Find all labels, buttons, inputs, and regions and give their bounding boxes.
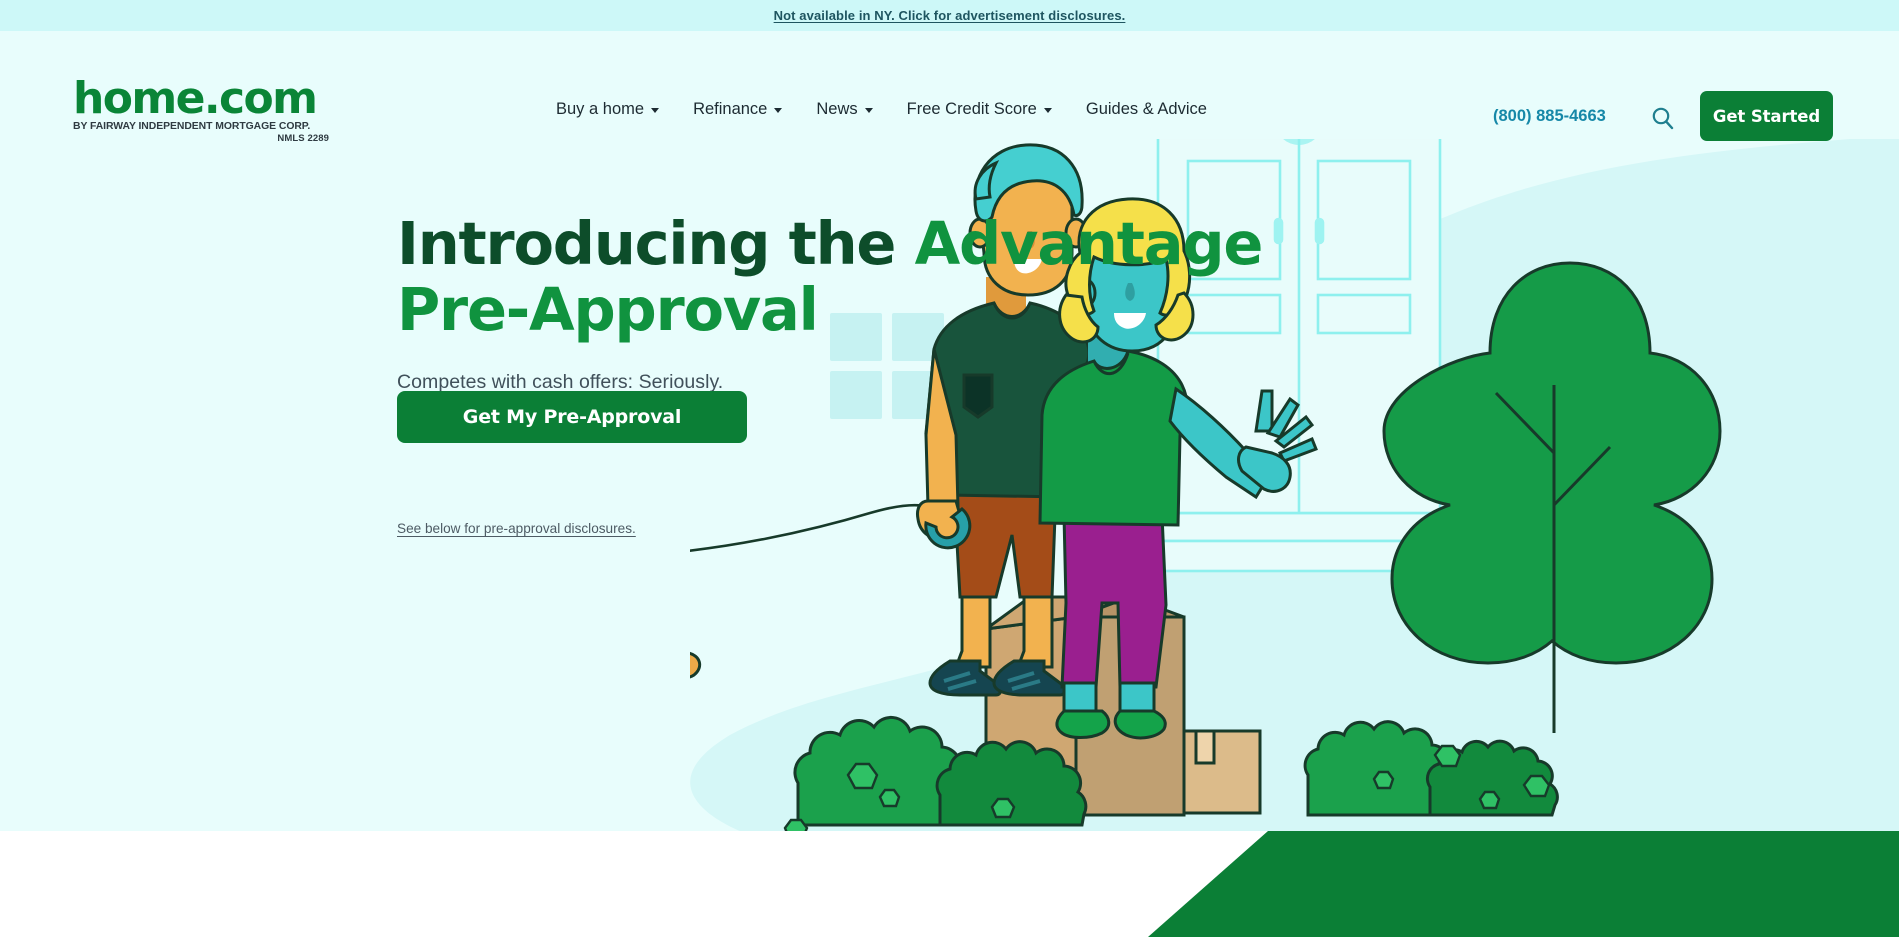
nav-item-free-credit-score[interactable]: Free Credit Score <box>907 101 1052 118</box>
logo-tagline: BY FAIRWAY INDEPENDENT MORTGAGE CORP. <box>73 121 311 133</box>
page-title: Introducing the Advantage Pre-Approval <box>397 209 1277 343</box>
bottom-wedge-section <box>0 831 1899 937</box>
search-button[interactable] <box>1648 103 1678 133</box>
green-wedge-shape <box>1148 831 1899 937</box>
site-header: home.com BY FAIRWAY INDEPENDENT MORTGAGE… <box>0 31 1899 144</box>
chevron-down-icon <box>651 107 660 113</box>
nav-item-refinance[interactable]: Refinance <box>693 100 783 118</box>
main-navigation: Buy a home Refinance News Free Credit Sc… <box>556 101 1207 118</box>
hero-section: Introducing the Advantage Pre-Approval C… <box>0 139 1899 831</box>
nav-item-label: Free Credit Score <box>906 100 1037 118</box>
nav-item-label: Guides & Advice <box>1085 100 1207 118</box>
phone-number-link[interactable]: (800) 885-4663 <box>1493 108 1606 125</box>
nav-item-news[interactable]: News <box>816 100 873 118</box>
advertisement-disclosure-link[interactable]: Not available in NY. Click for advertise… <box>774 8 1126 23</box>
announcement-bar: Not available in NY. Click for advertise… <box>0 0 1899 31</box>
nav-item-label: Refinance <box>693 100 768 118</box>
nav-item-label: Buy a home <box>556 100 645 118</box>
logo-nmls: NMLS 2289 <box>277 133 329 145</box>
chevron-down-icon <box>864 107 873 113</box>
search-icon <box>1652 107 1674 130</box>
site-logo[interactable]: home.com BY FAIRWAY INDEPENDENT MORTGAGE… <box>73 73 329 145</box>
logo-wordmark: home.com <box>73 73 318 124</box>
hero-copy: Introducing the Advantage Pre-Approval C… <box>397 209 1277 536</box>
nav-item-guides-and-advice[interactable]: Guides & Advice <box>1086 101 1207 118</box>
get-started-button[interactable]: Get Started <box>1700 91 1833 141</box>
dog-illustration <box>690 652 702 679</box>
headline-part-1: Introducing the <box>397 209 915 278</box>
nav-item-label: News <box>816 100 858 118</box>
page-root: Not available in NY. Click for advertise… <box>0 0 1899 937</box>
get-my-pre-approval-button[interactable]: Get My Pre-Approval <box>397 391 747 443</box>
pre-approval-disclosure-link[interactable]: See below for pre-approval disclosures. <box>397 521 636 536</box>
chevron-down-icon <box>774 107 783 113</box>
nav-item-buy-a-home[interactable]: Buy a home <box>556 100 660 118</box>
chevron-down-icon <box>1043 107 1052 113</box>
dog-leash <box>690 503 952 552</box>
